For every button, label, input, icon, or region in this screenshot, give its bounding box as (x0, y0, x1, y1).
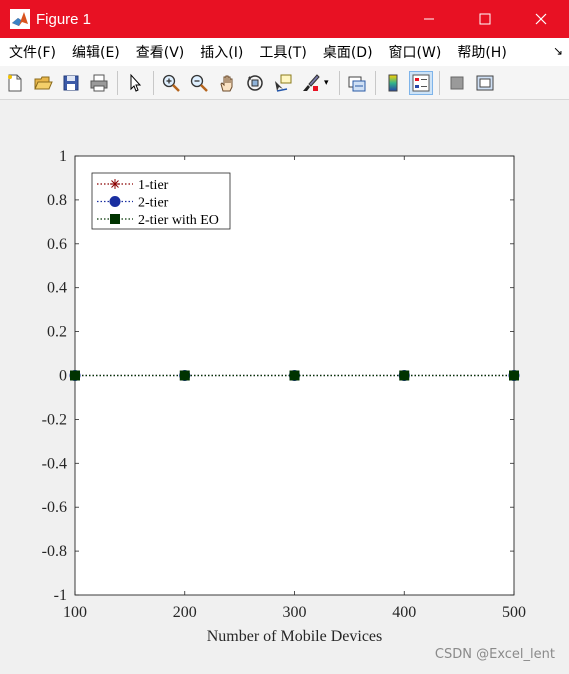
save-button[interactable] (59, 71, 83, 95)
menu-file[interactable]: 文件(F) (0, 42, 64, 62)
figure-toolbar: ▾ (0, 66, 569, 100)
minimize-button[interactable] (401, 0, 457, 38)
legend-label: 2-tier (138, 196, 169, 211)
toolbar-separator (374, 70, 376, 95)
data-point-marker (289, 370, 300, 381)
rotate-3d-icon (247, 74, 263, 91)
toolbar-separator (338, 70, 340, 95)
close-button[interactable] (513, 0, 569, 38)
chart[interactable]: 100 200 300 400 500 -1 -0.8 -0.6 -0.4 -0.2 0 0.2 0.4… (0, 101, 569, 670)
x-tick-label: 300 (283, 604, 307, 621)
y-tick-label: 0.2 (47, 324, 67, 341)
legend-icon (412, 74, 430, 91)
new-figure-icon (8, 74, 22, 91)
data-point-marker (110, 214, 120, 224)
x-tick-label: 100 (63, 604, 87, 621)
arrow-icon[interactable]: ↘ (553, 44, 563, 58)
legend-label: 2-tier with EO (138, 213, 219, 228)
toolbar-separator (153, 70, 154, 95)
print-button[interactable] (87, 71, 111, 95)
legend-button[interactable] (408, 70, 433, 95)
y-tick-label: 0.6 (47, 236, 67, 253)
x-tick-label: 200 (173, 604, 197, 621)
new-figure-button[interactable] (3, 71, 27, 95)
menu-bar: 文件(F) 编辑(E) 查看(V) 插入(I) 工具(T) 桌面(D) 窗口(W… (0, 38, 569, 66)
colorbar-button[interactable] (381, 71, 405, 95)
minimize-icon (424, 18, 434, 20)
open-file-button[interactable] (31, 71, 55, 95)
data-cursor-button[interactable] (271, 71, 295, 95)
x-tick-label: 500 (502, 604, 526, 621)
close-icon (535, 13, 547, 25)
figure-canvas: 100 200 300 400 500 -1 -0.8 -0.6 -0.4 -0.2 0 0.2 0.4… (0, 101, 569, 670)
legend: 1-tier 2-tier 2-tier with EO (91, 172, 231, 230)
data-point-marker (179, 370, 190, 381)
zoom-out-icon (190, 74, 208, 92)
y-tick-label: -0.6 (42, 499, 67, 516)
open-file-icon (34, 76, 53, 89)
data-point-marker (399, 370, 410, 381)
data-point-marker (109, 196, 121, 207)
save-icon (63, 75, 79, 90)
matlab-logo-icon (10, 9, 30, 29)
legend-label: 1-tier (138, 178, 169, 193)
data-point-marker (509, 370, 519, 381)
pointer-icon (130, 73, 142, 92)
print-icon (90, 74, 108, 91)
y-tick-label: 0.4 (47, 280, 67, 297)
menu-insert[interactable]: 插入(I) (192, 42, 251, 62)
y-tick-label: -0.8 (42, 543, 67, 560)
hide-plot-tools-button[interactable] (445, 71, 469, 95)
zoom-out-button[interactable] (187, 71, 211, 95)
brush-button[interactable] (299, 71, 323, 95)
data-point-marker (70, 370, 80, 381)
brush-icon (303, 73, 320, 91)
menu-tools[interactable]: 工具(T) (251, 42, 314, 62)
chevron-down-icon[interactable]: ▾ (324, 78, 329, 88)
y-tick-label: -0.2 (42, 411, 67, 428)
link-plot-button[interactable] (345, 71, 369, 95)
data-cursor-icon (275, 74, 292, 92)
show-plot-tools-icon (476, 75, 494, 90)
y-tick-label: 0 (59, 368, 67, 385)
window-title: Figure 1 (36, 10, 92, 28)
x-tick-label: 400 (392, 604, 416, 621)
hide-plot-tools-icon (450, 76, 464, 89)
rotate-3d-button[interactable] (243, 71, 267, 95)
toolbar-separator (117, 70, 118, 95)
menu-help[interactable]: 帮助(H) (449, 42, 514, 62)
y-tick-label: 1 (59, 148, 67, 165)
maximize-button[interactable] (457, 0, 513, 38)
title-bar: Figure 1 (0, 0, 569, 38)
data-point-marker (110, 179, 120, 189)
y-tick-label: -0.4 (42, 455, 67, 472)
watermark: CSDN @Excel_lent (434, 647, 555, 662)
window-controls (401, 0, 569, 38)
pointer-button[interactable] (123, 71, 147, 95)
link-plot-icon (348, 76, 366, 91)
zoom-in-icon (162, 74, 180, 92)
menu-window[interactable]: 窗口(W) (381, 42, 450, 62)
zoom-in-button[interactable] (159, 71, 183, 95)
menu-view[interactable]: 查看(V) (128, 42, 193, 62)
menu-desktop[interactable]: 桌面(D) (315, 42, 381, 62)
toolbar-separator (438, 70, 440, 95)
pan-button[interactable] (215, 71, 239, 95)
menu-edit[interactable]: 编辑(E) (64, 42, 128, 62)
maximize-icon (479, 13, 491, 25)
pan-icon (220, 75, 233, 91)
y-tick-label: 0.8 (47, 192, 67, 209)
y-tick-label: -1 (54, 587, 67, 604)
show-plot-tools-button[interactable] (473, 71, 497, 95)
x-axis-label: Number of Mobile Devices (207, 628, 383, 645)
colorbar-icon (388, 74, 398, 91)
